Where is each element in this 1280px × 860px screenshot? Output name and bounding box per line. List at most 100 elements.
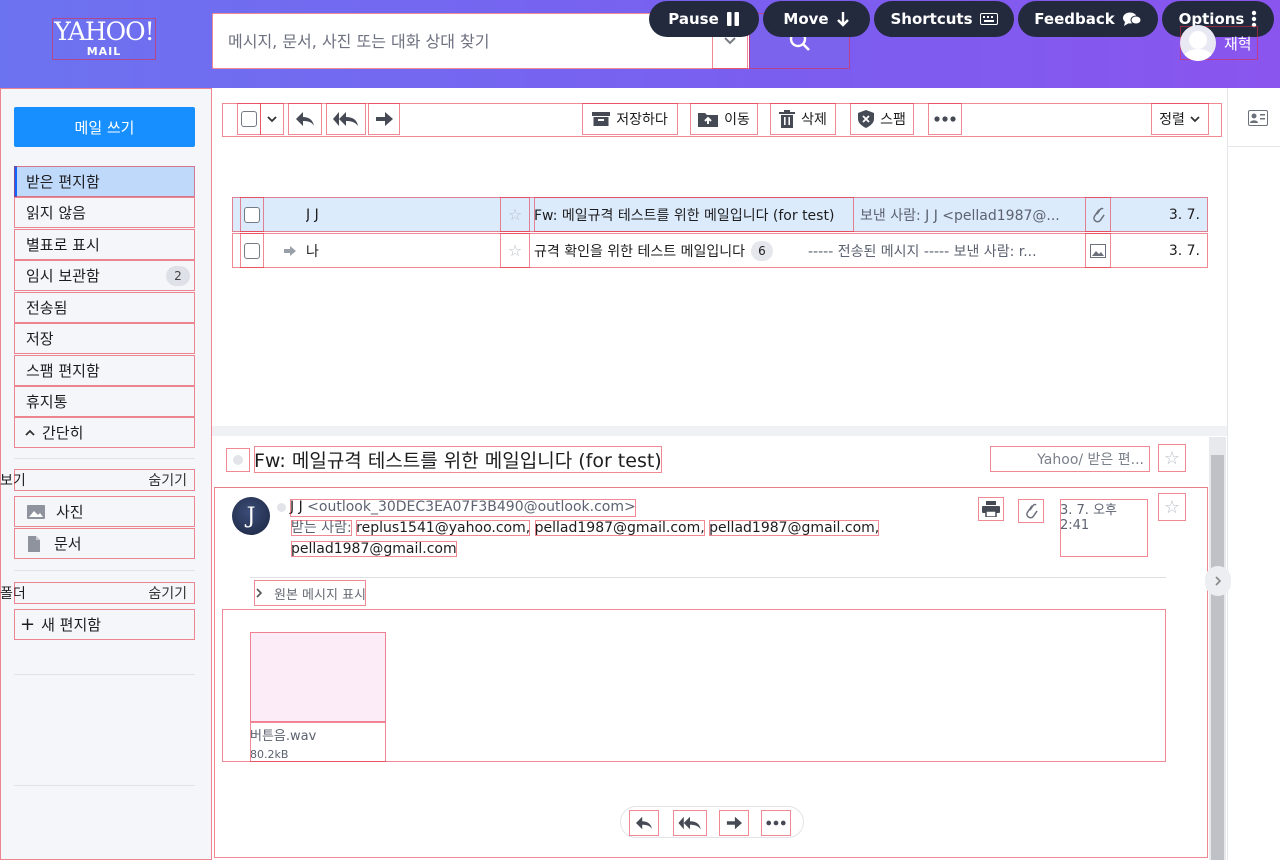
dot-icon xyxy=(233,455,243,465)
chevron-up-icon xyxy=(25,429,35,436)
view-section-hide-link[interactable]: 숨기기 xyxy=(148,470,195,490)
sender-avatar: J xyxy=(232,497,270,535)
paperclip-icon xyxy=(1026,503,1038,519)
attachment-name: 버튼음.wav xyxy=(250,729,317,744)
pause-button[interactable]: Pause xyxy=(649,1,759,37)
sidebar-item-unread[interactable]: 읽지 않음 xyxy=(14,197,195,228)
reading-pane-subject: Fw: 메일규격 테스트를 위한 메일입니다 (for test) xyxy=(254,446,662,473)
forward-button[interactable] xyxy=(368,103,400,135)
select-options-dropdown[interactable] xyxy=(260,103,284,135)
reading-pane-scrollbar[interactable] xyxy=(1209,437,1226,860)
attachment-indicator[interactable] xyxy=(1018,499,1044,523)
forwarded-icon xyxy=(280,233,300,268)
reply-all-button[interactable] xyxy=(673,810,707,836)
user-profile-menu[interactable]: 재혁 xyxy=(1180,25,1258,61)
row-checkbox[interactable] xyxy=(240,233,264,268)
checkbox xyxy=(244,242,260,259)
more-dots-icon xyxy=(934,116,956,122)
document-icon xyxy=(28,535,40,552)
more-actions-button[interactable] xyxy=(928,103,962,135)
attachment-thumbnail[interactable] xyxy=(250,632,386,722)
sidebar-item-documents[interactable]: 문서 xyxy=(14,528,195,559)
message-row[interactable]: J J ☆ Fw: 메일규격 테스트를 위한 메일입니다 (for test) … xyxy=(232,197,1208,232)
message-preview: 보낸 사람: J J <pellad1987@... xyxy=(860,207,1060,224)
more-actions-button[interactable] xyxy=(761,810,791,836)
sort-button[interactable]: 정렬 xyxy=(1151,103,1209,135)
rail-expand-toggle[interactable] xyxy=(1205,566,1231,596)
sidebar-item-inbox[interactable]: 받은 편지함 xyxy=(14,166,195,197)
image-indicator[interactable] xyxy=(1085,233,1111,268)
sidebar-item-photos[interactable]: 사진 xyxy=(14,496,195,527)
message-preview: ----- 전송된 메시지 ----- 보낸 사람: r... xyxy=(808,243,1037,260)
star-icon: ☆ xyxy=(1163,496,1181,518)
folder-section-header: 폴더 숨기기 xyxy=(0,582,195,604)
folder-breadcrumb[interactable]: Yahoo/ 받은 편... xyxy=(990,446,1150,472)
recipient-address[interactable]: pellad1987@gmail.com, xyxy=(709,520,880,536)
move-to-folder-button[interactable]: 이동 xyxy=(690,103,758,135)
thread-count-badge: 6 xyxy=(751,240,773,261)
more-dots-icon xyxy=(766,820,786,826)
folder-section-hide-link[interactable]: 숨기기 xyxy=(148,583,195,603)
move-button[interactable]: Move xyxy=(763,1,870,37)
attachment-indicator[interactable] xyxy=(1085,197,1111,232)
sidebar-item-spam[interactable]: 스팸 편지함 xyxy=(14,355,195,386)
message-list-toolbar: 저장하다 이동 삭제 스팸 정렬 xyxy=(222,103,1222,137)
forward-button[interactable] xyxy=(719,810,749,836)
chevron-right-icon xyxy=(256,588,263,598)
dot-icon xyxy=(276,502,286,512)
message-row[interactable]: 나 ☆ 규격 확인을 위한 테스트 메일입니다 6 ----- 전송된 메시지 … xyxy=(232,233,1208,268)
reply-all-button[interactable] xyxy=(326,103,366,135)
shortcuts-button[interactable]: Shortcuts xyxy=(874,1,1014,37)
yahoo-mail-logo[interactable]: YAHOO! MAIL xyxy=(52,18,156,60)
contacts-button[interactable] xyxy=(1247,109,1269,127)
spam-button[interactable]: 스팸 xyxy=(850,103,914,135)
sender-line[interactable]: J J <outlook_30DEC3EA07F3B490@outlook.co… xyxy=(290,499,636,517)
star-icon: ☆ xyxy=(507,241,523,260)
archive-button[interactable]: 저장하다 xyxy=(582,103,678,135)
contact-card-icon xyxy=(1248,110,1268,126)
recipient-address[interactable]: pellad1987@gmail.com xyxy=(291,541,457,557)
folder-move-icon xyxy=(698,113,719,127)
compose-button[interactable]: 메일 쓰기 xyxy=(14,107,195,147)
pane-splitter[interactable] xyxy=(212,426,1227,436)
chevron-down-icon xyxy=(1190,116,1200,123)
message-star-button[interactable]: ☆ xyxy=(1158,493,1186,521)
reply-icon xyxy=(296,112,314,126)
star-icon: ☆ xyxy=(1163,447,1181,469)
recipient-address[interactable]: replus1541@yahoo.com, xyxy=(356,520,531,536)
recipient-address[interactable]: pellad1987@gmail.com, xyxy=(534,520,705,536)
star-toggle[interactable]: ☆ xyxy=(500,197,530,232)
reply-button[interactable] xyxy=(288,103,322,135)
sidebar-item-trash[interactable]: 휴지통 xyxy=(14,386,195,417)
read-status-dot[interactable] xyxy=(274,500,288,514)
scrollbar-thumb[interactable] xyxy=(1211,455,1224,860)
feedback-button[interactable]: Feedback xyxy=(1018,1,1158,37)
thread-star-button[interactable]: ☆ xyxy=(1158,444,1186,472)
sidebar-collapse-toggle[interactable]: 간단히 xyxy=(14,417,195,448)
reply-all-icon xyxy=(678,816,701,830)
row-checkbox[interactable] xyxy=(240,197,264,232)
message-subject: Fw: 메일규격 테스트를 위한 메일입니다 (for test) xyxy=(534,197,854,232)
print-button[interactable] xyxy=(978,497,1004,521)
reply-icon xyxy=(636,816,652,830)
sidebar-divider xyxy=(14,570,195,571)
unread-toggle[interactable] xyxy=(226,448,250,472)
delete-button[interactable]: 삭제 xyxy=(770,103,836,135)
attachment-info[interactable]: 버튼음.wav 80.2kB xyxy=(250,722,386,762)
quick-reply-bar xyxy=(620,806,804,838)
message-date: 3. 7. xyxy=(1168,206,1200,223)
app-header: YAHOO! MAIL Pause Move Shortcuts Feedbac… xyxy=(0,0,1280,88)
sidebar-item-starred[interactable]: 별표로 표시 xyxy=(14,229,195,260)
star-toggle[interactable]: ☆ xyxy=(500,233,530,268)
sidebar-item-sent[interactable]: 전송됨 xyxy=(14,292,195,323)
select-all-checkbox[interactable] xyxy=(237,103,261,135)
show-original-button[interactable]: 원본 메시지 표시 xyxy=(254,580,366,606)
sidebar-item-drafts[interactable]: 임시 보관함 2 xyxy=(14,260,195,291)
new-folder-button[interactable]: + 새 편지함 xyxy=(14,609,195,640)
search-input[interactable] xyxy=(212,13,717,69)
reply-button[interactable] xyxy=(629,810,659,836)
archive-icon xyxy=(592,112,611,126)
sidebar-item-archive[interactable]: 저장 xyxy=(14,323,195,354)
trash-icon xyxy=(779,110,796,128)
attachment-size: 80.2kB xyxy=(250,748,289,761)
